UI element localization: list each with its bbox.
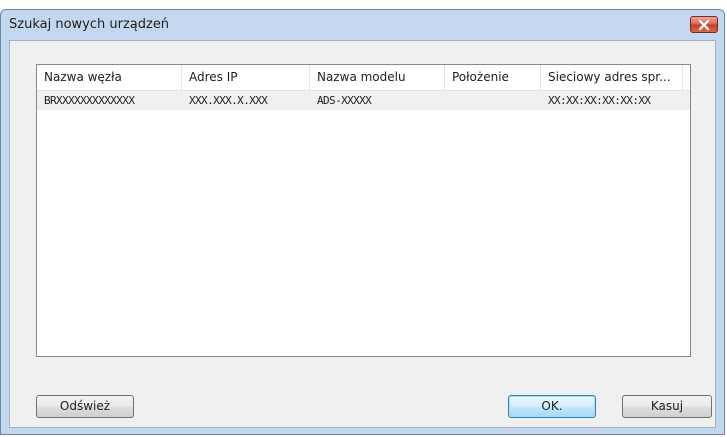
refresh-button[interactable]: Odśwież (36, 395, 134, 418)
column-header-model-name[interactable]: Nazwa modelu (310, 65, 445, 90)
cell-node-name: BRXXXXXXXXXXXXX (44, 94, 135, 107)
column-header-node-name[interactable]: Nazwa węzła (37, 65, 182, 90)
list-header: Nazwa węzła Adres IP Nazwa modelu Położe… (37, 65, 690, 91)
column-header-location[interactable]: Położenie (445, 65, 541, 90)
cancel-button[interactable]: Kasuj (622, 395, 712, 418)
close-button[interactable] (690, 16, 718, 33)
cell-mac-address: XX:XX:XX:XX:XX:XX (548, 94, 651, 107)
ok-button[interactable]: OK. (508, 395, 596, 418)
device-list[interactable]: Nazwa węzła Adres IP Nazwa modelu Położe… (36, 64, 691, 357)
table-row[interactable]: BRXXXXXXXXXXXXX XXX.XXX.X.XXX ADS-XXXXX … (37, 91, 690, 110)
column-header-mac-address[interactable]: Sieciowy adres spr... (541, 65, 683, 90)
title-bar[interactable]: Szukaj nowych urządzeń (1, 10, 724, 40)
cell-location (445, 91, 541, 110)
window-title: Szukaj nowych urządzeń (9, 17, 170, 32)
close-icon (698, 19, 710, 30)
dialog-window: Szukaj nowych urządzeń Nazwa węzła Adres… (0, 9, 725, 435)
column-header-ip-address[interactable]: Adres IP (182, 65, 310, 90)
dialog-client-area: Nazwa węzła Adres IP Nazwa modelu Położe… (9, 40, 716, 428)
screen: Szukaj nowych urządzeń Nazwa węzła Adres… (0, 0, 727, 437)
cell-model-name: ADS-XXXXX (317, 94, 372, 107)
cell-ip-address: XXX.XXX.X.XXX (189, 94, 268, 107)
